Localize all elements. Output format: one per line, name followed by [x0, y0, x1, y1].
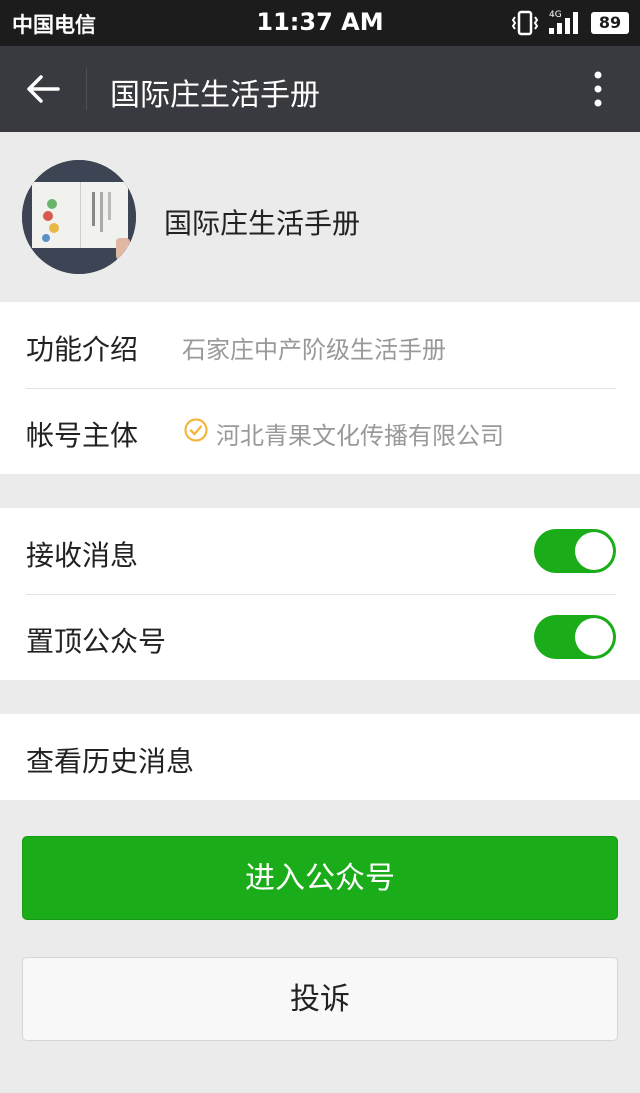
account-owner-row[interactable]: 帐号主体 河北青果文化传播有限公司 [0, 388, 640, 474]
pin-account-row: 置顶公众号 [0, 594, 640, 680]
account-owner-label: 帐号主体 [26, 414, 138, 454]
toggle-knob [575, 618, 613, 656]
signal-icon: 4G [547, 8, 585, 36]
avatar-book-image [22, 160, 136, 274]
page-title: 国际庄生活手册 [110, 70, 320, 114]
account-name: 国际庄生活手册 [164, 202, 360, 242]
network-type: 4G [549, 10, 562, 20]
receive-messages-toggle[interactable] [534, 529, 616, 573]
function-intro-label: 功能介绍 [26, 328, 138, 368]
more-options-icon[interactable] [580, 66, 616, 112]
profile-header: 国际庄生活手册 [0, 132, 640, 302]
function-intro-value: 石家庄中产阶级生活手册 [182, 330, 446, 365]
app-bar: 国际庄生活手册 [0, 46, 640, 132]
battery-indicator: 89 [591, 12, 629, 34]
appbar-divider [86, 68, 87, 110]
receive-messages-row: 接收消息 [0, 508, 640, 594]
account-owner-value: 河北青果文化传播有限公司 [216, 416, 504, 451]
receive-messages-label: 接收消息 [26, 534, 138, 574]
pin-account-label: 置顶公众号 [26, 620, 166, 660]
enter-account-button[interactable]: 进入公众号 [22, 836, 618, 920]
clock: 11:37 AM [0, 8, 640, 36]
history-card: 查看历史消息 [0, 714, 640, 800]
report-button[interactable]: 投诉 [22, 957, 618, 1041]
function-intro-row: 功能介绍 石家庄中产阶级生活手册 [0, 302, 640, 388]
view-history-row[interactable]: 查看历史消息 [0, 714, 640, 800]
account-info-card: 功能介绍 石家庄中产阶级生活手册 帐号主体 河北青果文化传播有限公司 [0, 302, 640, 474]
status-bar: 中国电信 11:37 AM 4G 89 [0, 0, 640, 46]
view-history-label: 查看历史消息 [26, 740, 194, 780]
message-settings-card: 接收消息 置顶公众号 [0, 508, 640, 680]
toggle-knob [575, 532, 613, 570]
back-arrow-icon[interactable] [20, 66, 66, 112]
pin-account-toggle[interactable] [534, 615, 616, 659]
avatar [22, 160, 136, 274]
vibrate-icon [510, 10, 540, 36]
verified-check-icon [184, 418, 208, 442]
